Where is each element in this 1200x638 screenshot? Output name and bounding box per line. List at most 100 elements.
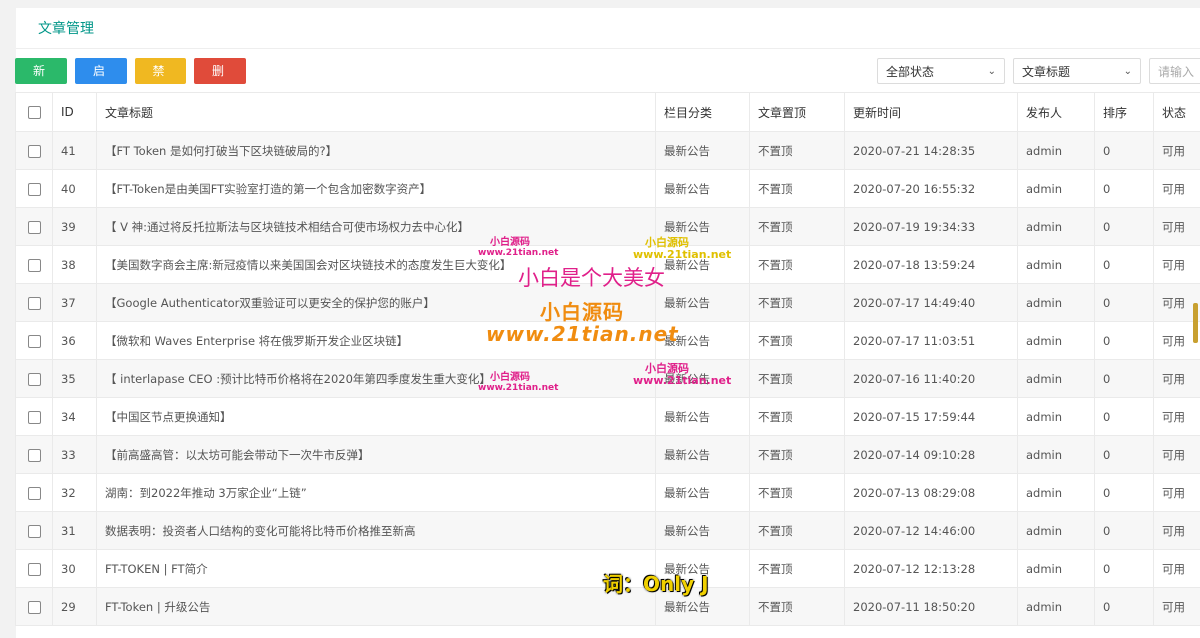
table-row[interactable]: 29FT-Token | 升级公告最新公告不置顶2020-07-11 18:50…: [16, 588, 1200, 626]
scroll-marker[interactable]: [1193, 303, 1198, 343]
status-select-value: 全部状态: [886, 63, 934, 80]
cell-title: 数据表明：投资者人口结构的变化可能将比特币价格推至新高: [97, 512, 656, 550]
col-category[interactable]: 栏目分类: [656, 93, 750, 132]
row-checkbox[interactable]: [28, 373, 41, 386]
status-select[interactable]: 全部状态 ⌄: [877, 58, 1005, 84]
cell-id: 32: [53, 474, 97, 512]
cell-id: 39: [53, 208, 97, 246]
row-checkbox[interactable]: [28, 297, 41, 310]
cell-status: 可用: [1154, 550, 1200, 588]
cell-category: 最新公告: [656, 322, 750, 360]
row-checkbox[interactable]: [28, 335, 41, 348]
row-checkbox[interactable]: [28, 411, 41, 424]
table-row[interactable]: 40【FT-Token是由美国FT实验室打造的第一个包含加密数字资产】最新公告不…: [16, 170, 1200, 208]
table-row[interactable]: 30FT-TOKEN | FT简介最新公告不置顶2020-07-12 12:13…: [16, 550, 1200, 588]
row-select-cell: [16, 588, 53, 626]
cell-top: 不置顶: [750, 284, 845, 322]
cell-updated: 2020-07-19 19:34:33: [845, 208, 1018, 246]
cell-id: 33: [53, 436, 97, 474]
table-row[interactable]: 35【 interlapase CEO :预计比特币价格将在2020年第四季度发…: [16, 360, 1200, 398]
cell-status: 可用: [1154, 360, 1200, 398]
row-checkbox[interactable]: [28, 487, 41, 500]
row-checkbox[interactable]: [28, 525, 41, 538]
disable-button[interactable]: 禁用: [135, 58, 186, 84]
search-input[interactable]: 请输入: [1149, 58, 1200, 84]
col-title[interactable]: 文章标题: [97, 93, 656, 132]
cell-sort: 0: [1095, 550, 1154, 588]
cell-status: 可用: [1154, 170, 1200, 208]
cell-author: admin: [1018, 360, 1095, 398]
cell-title: FT-Token | 升级公告: [97, 588, 656, 626]
cell-id: 37: [53, 284, 97, 322]
col-status[interactable]: 状态: [1154, 93, 1200, 132]
cell-sort: 0: [1095, 246, 1154, 284]
row-select-cell: [16, 246, 53, 284]
table-row[interactable]: 34【中国区节点更换通知】最新公告不置顶2020-07-15 17:59:44a…: [16, 398, 1200, 436]
cell-title: 【FT-Token是由美国FT实验室打造的第一个包含加密数字资产】: [97, 170, 656, 208]
col-sort[interactable]: 排序: [1095, 93, 1154, 132]
row-checkbox[interactable]: [28, 449, 41, 462]
filter-bar: 全部状态 ⌄ 文章标题 ⌄ 请输入: [877, 58, 1200, 84]
col-author[interactable]: 发布人: [1018, 93, 1095, 132]
row-checkbox[interactable]: [28, 563, 41, 576]
cell-id: 29: [53, 588, 97, 626]
table-row[interactable]: 36【微软和 Waves Enterprise 将在俄罗斯开发企业区块链】最新公…: [16, 322, 1200, 360]
delete-button[interactable]: 删除: [194, 58, 246, 84]
cell-sort: 0: [1095, 170, 1154, 208]
table-body: 41【FT Token 是如何打破当下区块链破局的?】最新公告不置顶2020-0…: [16, 132, 1200, 626]
cell-title: 【 V 神:通过将反托拉斯法与区块链技术相结合可使市场权力去中心化】: [97, 208, 656, 246]
add-button[interactable]: 新增: [15, 58, 67, 84]
cell-top: 不置顶: [750, 474, 845, 512]
cell-category: 最新公告: [656, 246, 750, 284]
table-row[interactable]: 41【FT Token 是如何打破当下区块链破局的?】最新公告不置顶2020-0…: [16, 132, 1200, 170]
table-row[interactable]: 31数据表明：投资者人口结构的变化可能将比特币价格推至新高最新公告不置顶2020…: [16, 512, 1200, 550]
cell-sort: 0: [1095, 398, 1154, 436]
cell-status: 可用: [1154, 246, 1200, 284]
row-checkbox[interactable]: [28, 221, 41, 234]
row-checkbox[interactable]: [28, 259, 41, 272]
cell-sort: 0: [1095, 360, 1154, 398]
cell-status: 可用: [1154, 474, 1200, 512]
cell-id: 36: [53, 322, 97, 360]
table-row[interactable]: 38【美国数字商会主席:新冠疫情以来美国国会对区块链技术的态度发生巨大变化】最新…: [16, 246, 1200, 284]
cell-updated: 2020-07-21 14:28:35: [845, 132, 1018, 170]
enable-button[interactable]: 启用: [75, 58, 127, 84]
cell-category: 最新公告: [656, 208, 750, 246]
row-checkbox[interactable]: [28, 183, 41, 196]
select-all-checkbox[interactable]: [28, 106, 41, 119]
cell-author: admin: [1018, 284, 1095, 322]
row-checkbox[interactable]: [28, 601, 41, 614]
cell-status: 可用: [1154, 512, 1200, 550]
cell-author: admin: [1018, 588, 1095, 626]
chevron-down-icon: ⌄: [988, 66, 996, 77]
cell-category: 最新公告: [656, 588, 750, 626]
cell-top: 不置顶: [750, 322, 845, 360]
col-id[interactable]: ID: [53, 93, 97, 132]
row-select-cell: [16, 132, 53, 170]
cell-category: 最新公告: [656, 398, 750, 436]
row-checkbox[interactable]: [28, 145, 41, 158]
cell-top: 不置顶: [750, 208, 845, 246]
cell-author: admin: [1018, 550, 1095, 588]
row-select-cell: [16, 398, 53, 436]
col-updated[interactable]: 更新时间: [845, 93, 1018, 132]
search-field-select[interactable]: 文章标题 ⌄: [1013, 58, 1141, 84]
row-select-cell: [16, 550, 53, 588]
cell-author: admin: [1018, 398, 1095, 436]
table-row[interactable]: 39【 V 神:通过将反托拉斯法与区块链技术相结合可使市场权力去中心化】最新公告…: [16, 208, 1200, 246]
table-row[interactable]: 37【Google Authenticator双重验证可以更安全的保护您的账户】…: [16, 284, 1200, 322]
cell-id: 35: [53, 360, 97, 398]
cell-updated: 2020-07-17 14:49:40: [845, 284, 1018, 322]
cell-sort: 0: [1095, 284, 1154, 322]
table-row[interactable]: 33【前高盛高管：以太坊可能会带动下一次牛市反弹】最新公告不置顶2020-07-…: [16, 436, 1200, 474]
cell-title: 【微软和 Waves Enterprise 将在俄罗斯开发企业区块链】: [97, 322, 656, 360]
cell-top: 不置顶: [750, 398, 845, 436]
cell-updated: 2020-07-13 08:29:08: [845, 474, 1018, 512]
cell-category: 最新公告: [656, 170, 750, 208]
row-select-cell: [16, 436, 53, 474]
cell-updated: 2020-07-14 09:10:28: [845, 436, 1018, 474]
col-top[interactable]: 文章置顶: [750, 93, 845, 132]
cell-title: FT-TOKEN | FT简介: [97, 550, 656, 588]
table-row[interactable]: 32湖南：到2022年推动 3万家企业“上链”最新公告不置顶2020-07-13…: [16, 474, 1200, 512]
row-select-cell: [16, 512, 53, 550]
